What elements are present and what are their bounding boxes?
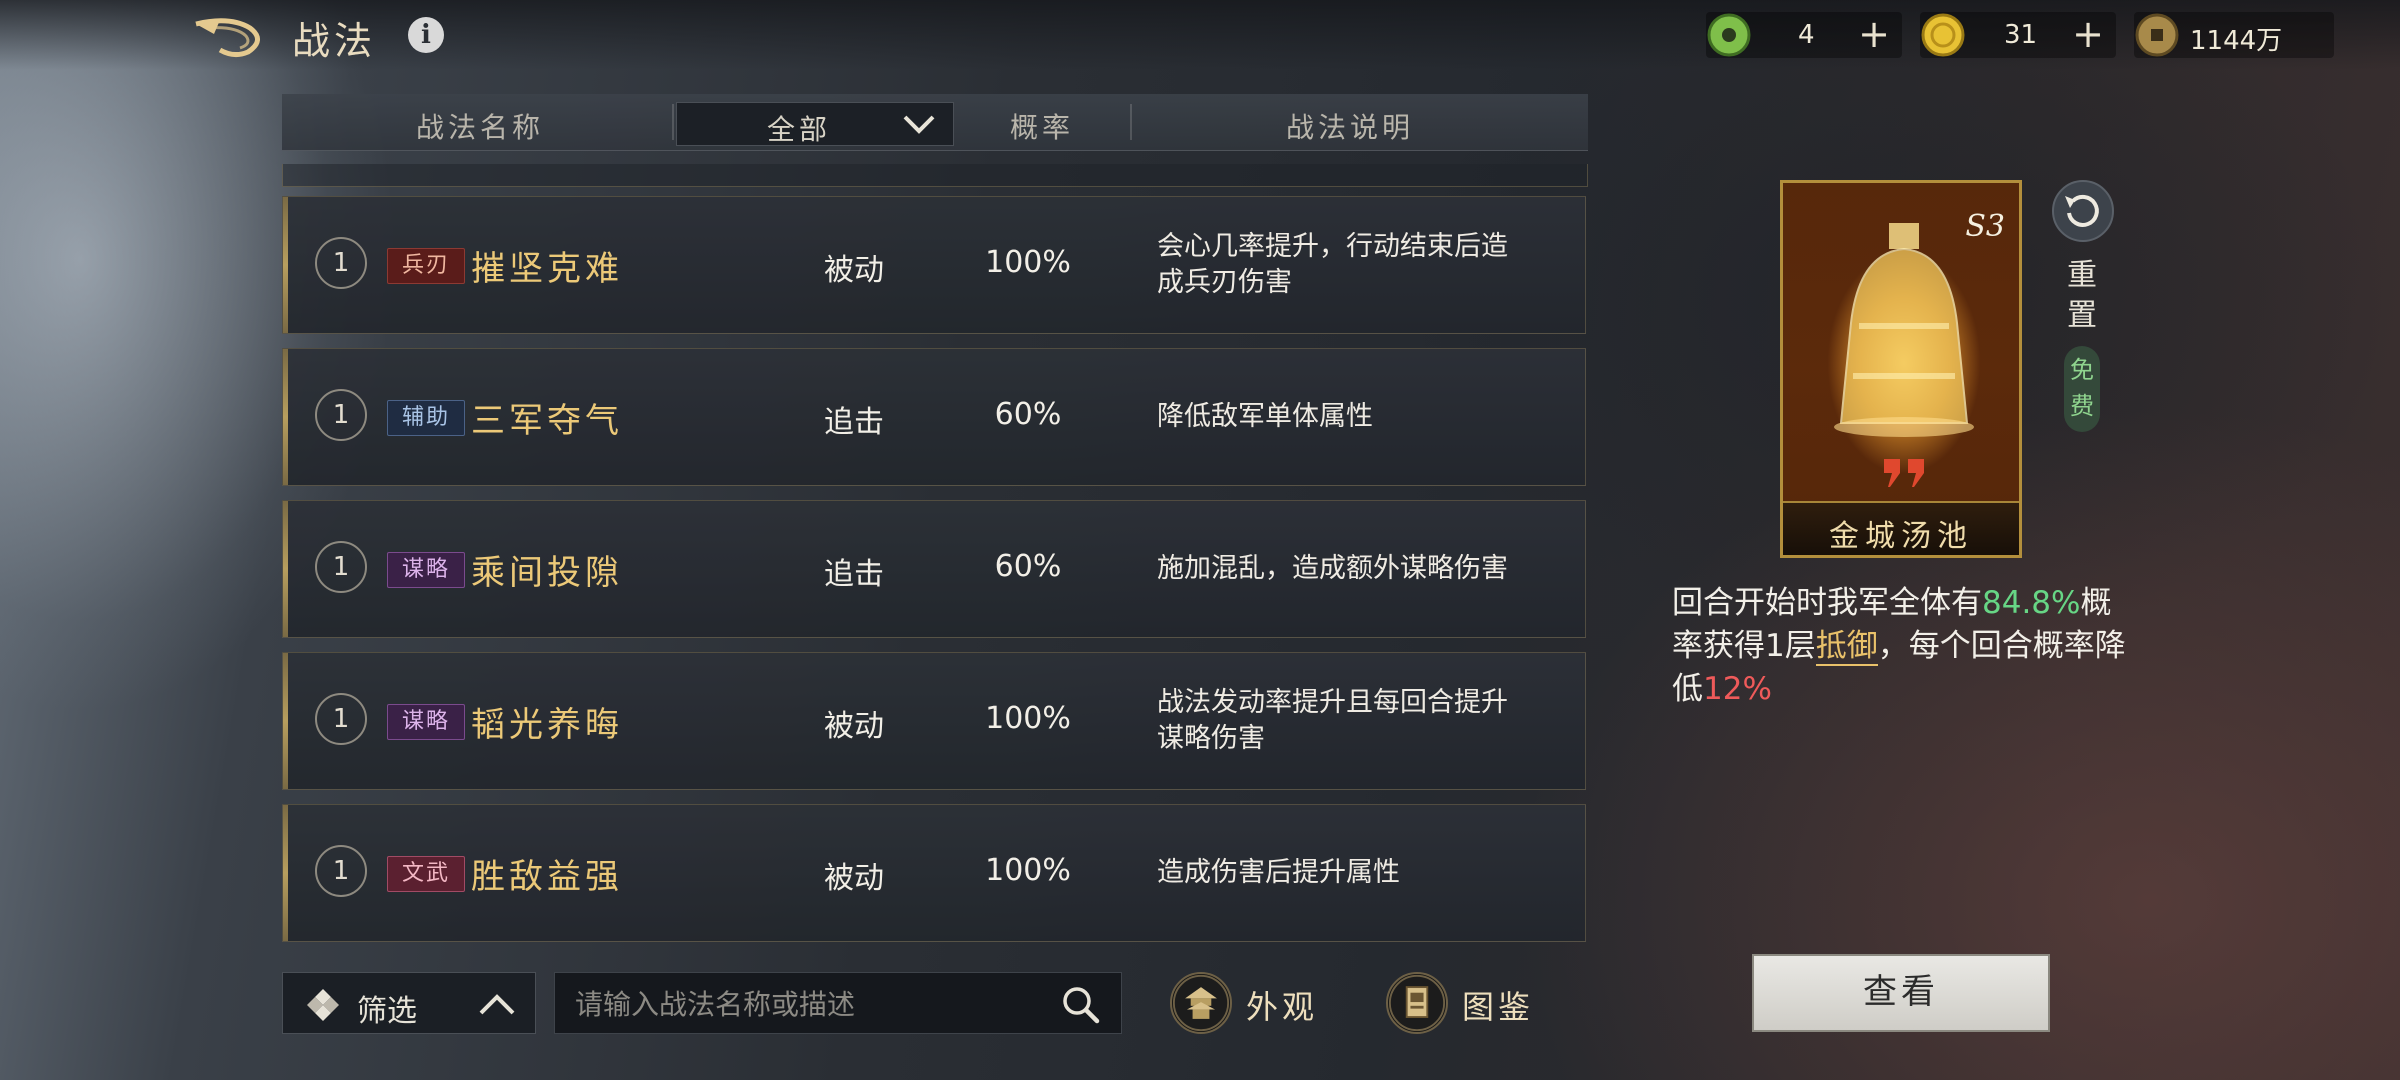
season-badge: S3 [1965, 209, 2005, 244]
gold-amount: 31 [2004, 20, 2038, 50]
filter-label: 筛选 [357, 994, 417, 1029]
skill-rate: 60% [994, 549, 1062, 584]
skill-description: 造成伤害后提升属性 [1157, 855, 1577, 891]
skill-description: 战法发动率提升且每回合提升 谋略伤害 [1157, 685, 1577, 757]
desc-value-green: 84.8% [1982, 585, 2081, 621]
copper-amount: 1144万 [2190, 26, 2283, 56]
free-badge: 免费 [2064, 346, 2100, 432]
info-icon[interactable]: i [408, 17, 444, 53]
page-title: 战法 [292, 19, 377, 63]
skill-rate: 100% [985, 245, 1071, 280]
skill-row[interactable]: 1 辅助 三军夺气 追击 60% 降低敌军单体属性 [282, 348, 1586, 486]
skill-level: 1 [315, 845, 367, 897]
skill-row[interactable]: 1 文武 胜敌益强 被动 100% 造成伤害后提升属性 [282, 804, 1586, 942]
skill-type: 被动 [824, 861, 884, 896]
dropdown-selected-value: 全部 [767, 113, 832, 146]
filter-diamond-icon [307, 989, 339, 1021]
skill-name: 三军夺气 [471, 401, 623, 441]
top-bar: 战法 i 4 + 31 + 1144万 [0, 0, 2400, 70]
column-description: 战法说明 [1286, 111, 1415, 144]
skill-type: 追击 [824, 405, 884, 440]
column-divider [1130, 104, 1132, 140]
skill-description: 会心几率提升，行动结束后造 成兵刃伤害 [1157, 229, 1577, 301]
skill-type: 被动 [824, 709, 884, 744]
view-button[interactable]: 查看 [1752, 954, 2050, 1032]
list-scroll-edge [282, 164, 1588, 187]
catalog-button[interactable]: 图鉴 [1386, 970, 1556, 1036]
desc-value-red: 12% [1703, 671, 1772, 707]
skill-type: 被动 [824, 253, 884, 288]
column-rate: 概率 [1010, 111, 1075, 144]
skill-row[interactable]: 1 兵刃 摧坚克难 被动 100% 会心几率提升，行动结束后造 成兵刃伤害 [282, 196, 1586, 334]
skill-category-tag: 辅助 [387, 400, 465, 436]
appearance-button[interactable]: 外观 [1170, 970, 1340, 1036]
reset-label: 重置 [2067, 258, 2097, 333]
skill-name: 韬光养晦 [471, 705, 623, 745]
skill-row[interactable]: 1 谋略 韬光养晦 被动 100% 战法发动率提升且每回合提升 谋略伤害 [282, 652, 1586, 790]
copper-currency: 1144万 [2134, 12, 2334, 58]
back-arrow-icon[interactable] [190, 14, 270, 58]
add-jade-button[interactable]: + [1858, 14, 1890, 54]
copper-coin-icon [2135, 13, 2179, 57]
skill-type: 追击 [824, 557, 884, 592]
skill-level: 1 [315, 389, 367, 441]
skill-screen: 战法 i 4 + 31 + 1144万 战法名称 概率 战法说明 全部 1 兵刃… [0, 0, 2400, 1080]
skill-name: 乘间投隙 [471, 553, 623, 593]
chevron-up-icon [479, 994, 515, 1015]
bell-illustration [1834, 223, 1974, 437]
book-icon [1386, 972, 1448, 1034]
filter-button[interactable]: 筛选 [282, 972, 536, 1034]
skill-category-tag: 文武 [387, 856, 465, 892]
skill-description-line: 会心几率提升，行动结束后造 [1157, 231, 1508, 262]
skill-detail-description: 回合开始时我军全体有84.8%概率获得1层抵御，每个回合概率降低12% [1672, 582, 2132, 711]
skill-level: 1 [315, 693, 367, 745]
chevron-down-icon [903, 115, 935, 134]
jade-coin-icon [1707, 13, 1751, 57]
skill-level: 1 [315, 541, 367, 593]
skill-description-line: 战法发动率提升且每回合提升 [1157, 687, 1508, 718]
skill-description-line: 成兵刃伤害 [1157, 267, 1292, 298]
skill-name: 摧坚克难 [471, 249, 623, 289]
card-title: 金城汤池 [1829, 519, 1973, 554]
reset-button[interactable] [2052, 180, 2114, 242]
jade-currency: 4 + [1706, 12, 1902, 58]
catalog-label: 图鉴 [1462, 988, 1535, 1026]
skill-name: 胜敌益强 [471, 857, 623, 897]
skill-level: 1 [315, 237, 367, 289]
skill-description-line: 施加混乱，造成额外谋略伤害 [1157, 553, 1508, 584]
pagoda-icon [1170, 972, 1232, 1034]
skill-description: 施加混乱，造成额外谋略伤害 [1157, 551, 1577, 587]
skill-category-tag: 谋略 [387, 704, 465, 740]
gold-currency: 31 + [1920, 12, 2116, 58]
skill-description-line: 谋略伤害 [1157, 723, 1265, 754]
skill-rate: 60% [994, 397, 1062, 432]
appearance-label: 外观 [1246, 988, 1319, 1026]
search-input[interactable] [573, 983, 1047, 1025]
skill-category-tag: 兵刃 [387, 248, 465, 284]
column-divider [672, 104, 674, 140]
skill-row[interactable]: 1 谋略 乘间投隙 追击 60% 施加混乱，造成额外谋略伤害 [282, 500, 1586, 638]
skill-category-tag: 谋略 [387, 552, 465, 588]
skill-description: 降低敌军单体属性 [1157, 399, 1577, 435]
jade-amount: 4 [1798, 20, 1815, 50]
card-title-bar: 金城汤池 [1783, 501, 2019, 555]
search-icon[interactable] [1061, 985, 1101, 1025]
skill-description-line: 造成伤害后提升属性 [1157, 857, 1400, 888]
search-box[interactable] [554, 972, 1122, 1034]
desc-keyword-link[interactable]: 抵御 [1815, 628, 1878, 666]
gold-coin-icon [1921, 13, 1965, 57]
type-filter-dropdown[interactable]: 全部 [676, 102, 954, 146]
skill-description-line: 降低敌军单体属性 [1157, 401, 1373, 432]
column-skill-name: 战法名称 [416, 111, 545, 144]
skill-rate: 100% [985, 701, 1071, 736]
reset-arrow-icon [2065, 194, 2099, 227]
skill-card[interactable]: S3 金城汤池 [1780, 180, 2022, 558]
add-gold-button[interactable]: + [2072, 14, 2104, 54]
desc-text: 回合开始时我军全体有 [1672, 585, 1982, 621]
quality-mark-icon [1884, 459, 1924, 487]
skill-rate: 100% [985, 853, 1071, 888]
